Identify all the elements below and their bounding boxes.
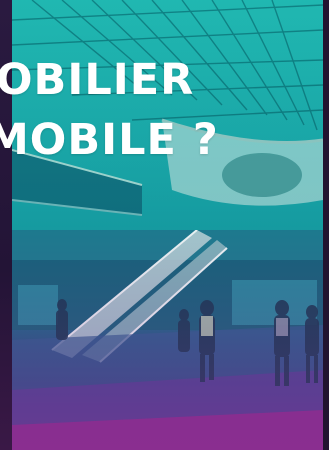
headline-line-1: OBILIER: [0, 55, 195, 105]
right-frame-strip: [323, 0, 329, 450]
banner: OBILIER MOBILE ?: [0, 0, 329, 450]
headline-line-2: MOBILE ?: [0, 115, 219, 165]
